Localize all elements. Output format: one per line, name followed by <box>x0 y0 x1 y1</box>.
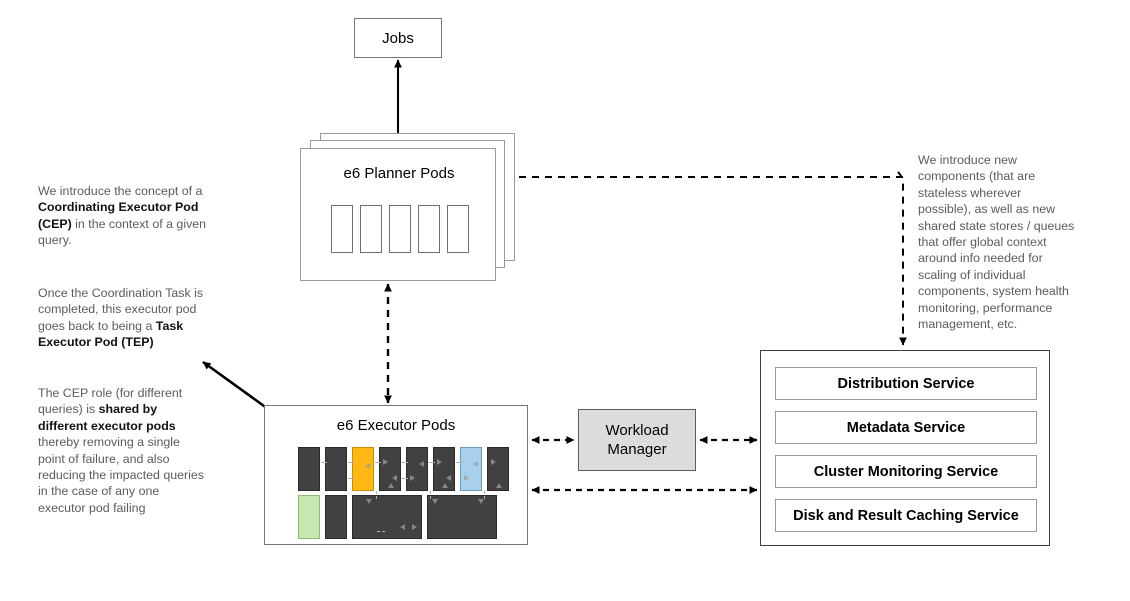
workload-manager-line2: Manager <box>607 441 667 458</box>
pod-link <box>429 462 435 463</box>
pod-link <box>456 462 462 463</box>
pod-link <box>484 491 485 499</box>
pod-link <box>321 462 327 463</box>
executor-pod-tep[interactable] <box>325 495 347 539</box>
note-cep-part1: We introduce the concept of a <box>38 184 203 198</box>
service-metadata[interactable]: Metadata Service <box>775 411 1037 444</box>
planner-task-slot <box>418 205 440 253</box>
planner-task-slot <box>360 205 382 253</box>
pod-link <box>375 462 381 463</box>
planner-stack-layer-front: e6 Planner Pods <box>300 148 496 281</box>
workload-manager-box[interactable]: Workload Manager <box>578 409 696 471</box>
pod-link <box>377 531 385 532</box>
note-cep: We introduce the concept of a Coordinati… <box>38 183 216 249</box>
executor-pods-box[interactable]: e6 Executor Pods <box>264 405 528 545</box>
pod-link <box>376 491 377 499</box>
services-panel: Distribution Service Metadata Service Cl… <box>760 350 1050 546</box>
service-distribution[interactable]: Distribution Service <box>775 367 1037 400</box>
note-shared-cep-role: The CEP role (for different queries) is … <box>38 385 210 516</box>
executor-pod-tep[interactable] <box>433 447 455 491</box>
diagram-canvas: Jobs e6 Planner Pods e6 Executor Pods Wo… <box>0 0 1130 601</box>
planner-task-slot <box>447 205 469 253</box>
planner-task-slot <box>331 205 353 253</box>
planner-pods-label: e6 Planner Pods <box>343 165 455 182</box>
executor-pod-tep[interactable] <box>379 447 401 491</box>
note-new-components: We introduce new components (that are st… <box>918 153 1075 332</box>
planner-pods-stack[interactable]: e6 Planner Pods <box>300 133 515 281</box>
note-shared-part2: thereby removing a single point of failu… <box>38 435 204 515</box>
executor-pod-tep[interactable] <box>325 447 347 491</box>
executor-pod-cep-blue[interactable] <box>460 447 482 491</box>
executor-pod-tep[interactable] <box>406 447 428 491</box>
executor-pod-tep-wide[interactable] <box>427 495 497 539</box>
planner-task-slots <box>331 205 469 253</box>
executor-bottom-row <box>298 495 497 539</box>
pod-link <box>430 491 431 499</box>
arrow-note-services <box>897 171 907 346</box>
pod-link <box>348 478 354 479</box>
executor-pod-tep-wide[interactable] <box>352 495 422 539</box>
executor-pod-cep-green[interactable] <box>298 495 320 539</box>
jobs-label: Jobs <box>382 29 414 47</box>
service-disk-result-caching[interactable]: Disk and Result Caching Service <box>775 499 1037 532</box>
executor-top-row <box>298 447 509 491</box>
executor-pod-tep[interactable] <box>298 447 320 491</box>
note-tep: Once the Coordination Task is completed,… <box>38 285 210 351</box>
planner-task-slot <box>389 205 411 253</box>
pod-link <box>402 478 408 479</box>
jobs-box[interactable]: Jobs <box>354 18 442 58</box>
service-cluster-monitoring[interactable]: Cluster Monitoring Service <box>775 455 1037 488</box>
pod-link <box>348 462 354 463</box>
workload-manager-label: Workload Manager <box>579 410 695 470</box>
workload-manager-line1: Workload <box>605 422 669 439</box>
pod-link <box>402 462 408 463</box>
executor-pod-tep[interactable] <box>487 447 509 491</box>
executor-pods-label: e6 Executor Pods <box>336 417 456 434</box>
executor-pod-cep-amber[interactable] <box>352 447 374 491</box>
